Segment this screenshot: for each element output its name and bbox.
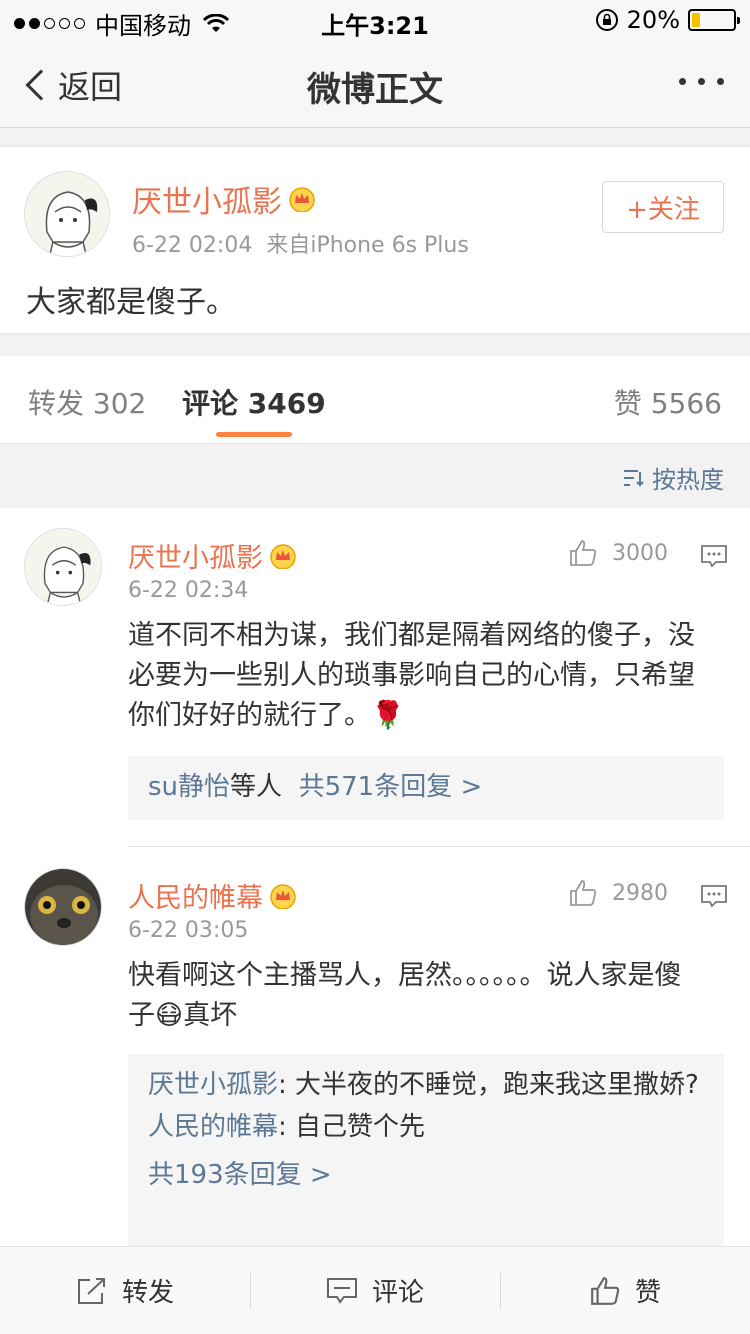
avatar[interactable] <box>24 528 102 606</box>
more-dot <box>717 78 724 85</box>
divider <box>128 846 750 847</box>
anime-avatar-image <box>25 529 101 605</box>
reply-total[interactable]: 共193条回复 > <box>148 1154 704 1196</box>
tab-like[interactable]: 赞 5566 <box>614 382 722 422</box>
reply-line: 人民的帷幕: 自己赞个先 <box>148 1106 704 1148</box>
comment-username[interactable]: 厌世小孤影 <box>128 536 297 575</box>
post-tabs: 转发 302 评论 3469 赞 5566 <box>0 356 750 444</box>
thumbs-up-icon <box>570 880 597 906</box>
post-text: 大家都是傻子。 <box>26 285 236 320</box>
avatar[interactable] <box>24 171 110 257</box>
sort-label: 按热度 <box>652 466 724 494</box>
comment-username-text: 厌世小孤影 <box>128 543 263 574</box>
sort-icon <box>624 469 644 486</box>
post-time: 6-22 02:04 <box>132 233 253 258</box>
more-options-button[interactable] <box>679 78 724 85</box>
rotation-lock-icon <box>595 9 618 31</box>
tab-comment-count: 3469 <box>247 387 326 420</box>
sort-by-hot-button[interactable]: 按热度 <box>622 460 724 495</box>
reply-icon[interactable] <box>700 884 728 908</box>
tab-repost-label: 转发 <box>28 387 85 420</box>
comment-icon <box>326 1277 357 1304</box>
navigation-bar: 返回 微博正文 <box>0 40 750 128</box>
reply-icon[interactable] <box>700 544 728 568</box>
reply-user[interactable]: 人民的帷幕 <box>148 1112 278 1142</box>
follow-button[interactable]: +关注 <box>602 181 724 233</box>
vip-crown-icon <box>270 883 296 909</box>
comment-text: 快看啊这个主播骂人，居然。。。。。。说人家是傻子😷真坏 <box>128 960 682 1031</box>
reply-line: 厌世小孤影: 大半夜的不睡觉，跑来我这里撒娇? <box>148 1064 704 1106</box>
comment-like-button[interactable]: 3000 <box>568 538 668 568</box>
comment-like-count: 3000 <box>612 540 668 566</box>
tab-like-label: 赞 <box>613 387 642 420</box>
reply-summary-suffix: 等人 <box>230 772 283 802</box>
reply-summary-total: 共571条回复 > <box>298 772 483 802</box>
bottom-toolbar: 转发 评论 赞 <box>0 1246 750 1334</box>
more-dot <box>679 78 686 85</box>
comment-button[interactable]: 评论 <box>250 1247 500 1334</box>
like-label: 赞 <box>634 1278 661 1308</box>
tab-repost-count: 302 <box>92 387 147 420</box>
reply-text: : 大半夜的不睡觉，跑来我这里撒娇? <box>278 1070 699 1100</box>
thumbs-up-icon <box>591 1276 620 1305</box>
sort-bar: 按热度 <box>0 444 750 508</box>
tab-repost[interactable]: 转发 302 <box>28 382 146 422</box>
anime-avatar-image <box>25 172 109 256</box>
status-bar: 中国移动 上午3:21 20% <box>0 0 750 40</box>
comment-like-button[interactable]: 2980 <box>568 878 668 908</box>
comment-like-count: 2980 <box>612 880 668 906</box>
like-button[interactable]: 赞 <box>500 1247 750 1334</box>
reply-user[interactable]: 厌世小孤影 <box>148 1070 278 1100</box>
repost-icon <box>77 1277 105 1304</box>
tab-like-count: 5566 <box>650 387 722 420</box>
battery-percent: 20% <box>626 6 680 34</box>
cat-avatar-image <box>25 869 101 945</box>
reply-summary-user: su静怡 <box>148 772 231 802</box>
post-username-text: 厌世小孤影 <box>132 185 282 220</box>
comment-time: 6-22 02:34 <box>128 578 249 603</box>
page-title: 微博正文 <box>307 70 443 110</box>
active-tab-indicator <box>216 432 292 437</box>
tab-comment-label: 评论 <box>182 387 239 420</box>
vip-crown-icon <box>289 187 315 212</box>
avatar[interactable] <box>24 868 102 946</box>
repost-label: 转发 <box>121 1278 174 1308</box>
comment-list: 厌世小孤影 6-22 02:34 3000 道不同不相为谋，我们都是隔着网络的傻… <box>0 508 750 1246</box>
post-username[interactable]: 厌世小孤影 <box>132 177 316 221</box>
comment-time: 6-22 03:05 <box>128 918 249 943</box>
comment-username-text: 人民的帷幕 <box>128 883 263 914</box>
reply-summary[interactable]: su静怡等人 共571条回复 > <box>128 756 724 820</box>
thumbs-up-icon <box>570 540 597 566</box>
reply-text: : 自己赞个先 <box>278 1112 426 1142</box>
more-dot <box>698 78 705 85</box>
original-post: 厌世小孤影 6-22 02:04 来自iPhone 6s Plus +关注 大家… <box>0 146 750 334</box>
comment-username[interactable]: 人民的帷幕 <box>128 876 297 915</box>
post-meta: 6-22 02:04 来自iPhone 6s Plus <box>132 227 469 259</box>
battery-icon <box>688 9 740 31</box>
post-source: 来自iPhone 6s Plus <box>266 233 469 258</box>
vip-crown-icon <box>270 543 296 569</box>
comment-text: 道不同不相为谋，我们都是隔着网络的傻子，没必要为一些别人的琐事影响自己的心情，只… <box>128 620 695 731</box>
tab-comment[interactable]: 评论 3469 <box>182 382 326 422</box>
repost-button[interactable]: 转发 <box>0 1247 250 1334</box>
comment-label: 评论 <box>371 1278 424 1308</box>
reply-thread[interactable]: 厌世小孤影: 大半夜的不睡觉，跑来我这里撒娇? 人民的帷幕: 自己赞个先 共19… <box>128 1054 724 1246</box>
